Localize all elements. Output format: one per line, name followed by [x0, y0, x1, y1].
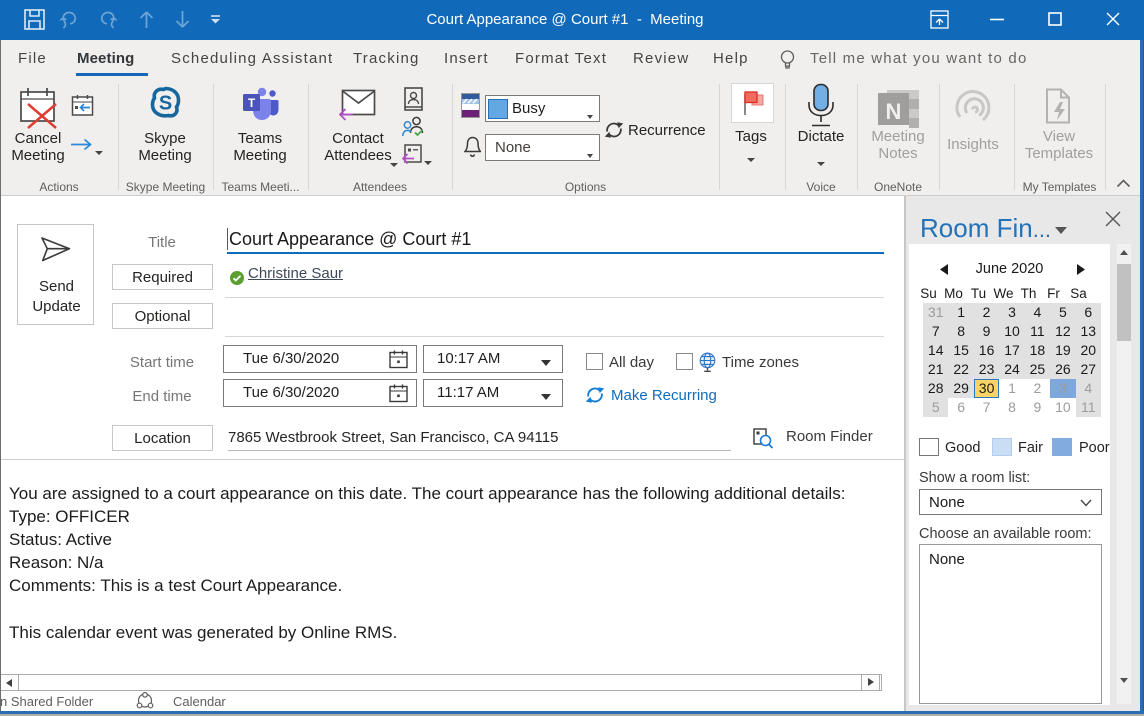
svg-text:N: N	[886, 99, 902, 124]
svg-text:T: T	[248, 96, 256, 110]
svg-text:S: S	[159, 93, 172, 115]
